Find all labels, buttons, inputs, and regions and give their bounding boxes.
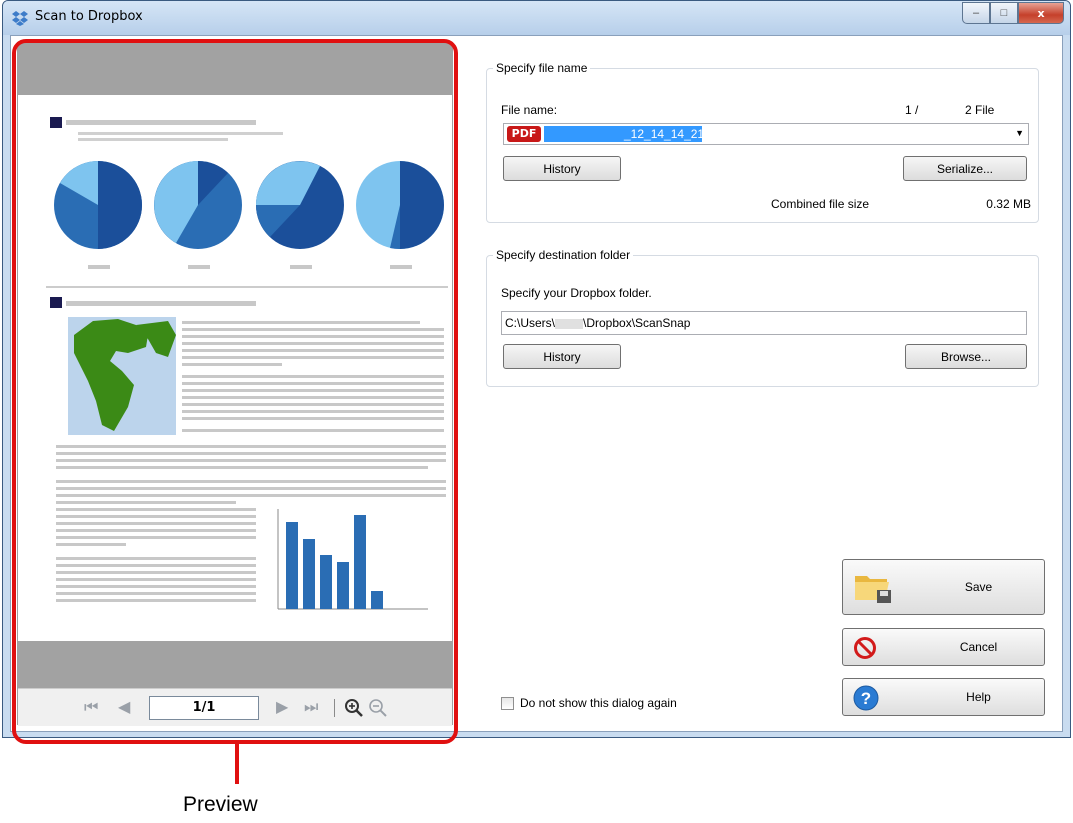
folder-history-button[interactable]: History <box>503 344 621 369</box>
preview-annotation-frame <box>12 39 458 744</box>
maximize-icon: □ <box>1000 7 1008 19</box>
file-name-label: File name: <box>501 103 558 117</box>
close-icon: x <box>1037 6 1045 20</box>
dropbox-icon <box>12 11 28 26</box>
file-name-history-button[interactable]: History <box>503 156 621 181</box>
file-counter: 1 / <box>905 103 919 117</box>
serialize-button[interactable]: Serialize... <box>903 156 1027 181</box>
dropbox-folder-path-field[interactable]: C:\Users\ \Dropbox\ScanSnap <box>501 311 1027 335</box>
redacted-username <box>555 318 584 329</box>
combined-file-size-label: Combined file size <box>771 197 870 211</box>
dropbox-folder-prompt: Specify your Dropbox folder. <box>501 286 652 300</box>
window-controls: – □ x <box>962 2 1064 24</box>
file-counter-total: 2 File <box>965 103 995 117</box>
save-button[interactable]: Save <box>842 559 1045 615</box>
destination-group-title: Specify destination folder <box>493 248 634 262</box>
svg-text:?: ? <box>861 689 871 708</box>
window-title: Scan to Dropbox <box>35 9 143 24</box>
save-button-label: Save <box>964 580 993 594</box>
minimize-button[interactable]: – <box>962 2 990 24</box>
minimize-icon: – <box>972 7 980 19</box>
maximize-button[interactable]: □ <box>990 2 1018 24</box>
file-name-group: Specify file name File name: 1 / 2 File … <box>486 61 1039 223</box>
browse-button[interactable]: Browse... <box>905 344 1027 369</box>
file-name-combobox[interactable]: PDF _12_14_14_21_44 ▼ <box>503 123 1029 145</box>
title-bar: Scan to Dropbox – □ x <box>3 1 1070 35</box>
combined-file-size-value: 0.32 MB <box>986 197 1031 211</box>
cancel-button[interactable]: Cancel <box>842 628 1045 666</box>
chevron-down-icon[interactable]: ▼ <box>1015 128 1024 138</box>
preview-annotation-label: Preview <box>183 793 258 816</box>
pdf-icon: PDF <box>507 126 541 142</box>
folder-save-icon <box>855 576 891 603</box>
cancel-icon <box>854 637 876 659</box>
help-icon: ? <box>853 685 879 711</box>
preview-annotation-pointer <box>235 744 239 784</box>
do-not-show-again-label: Do not show this dialog again <box>520 696 677 710</box>
file-name-group-title: Specify file name <box>493 61 591 75</box>
help-button-label: Help <box>966 690 991 704</box>
destination-folder-group: Specify destination folder Specify your … <box>486 248 1039 387</box>
do-not-show-again-checkbox[interactable] <box>501 696 514 710</box>
do-not-show-again-row[interactable]: Do not show this dialog again <box>501 696 677 710</box>
close-button[interactable]: x <box>1018 2 1064 24</box>
file-name-value: _12_14_14_21_44 <box>544 126 724 142</box>
cancel-button-label: Cancel <box>959 640 998 654</box>
path-suffix: \Dropbox\ScanSnap <box>583 316 691 330</box>
help-button[interactable]: ? Help <box>842 678 1045 716</box>
path-prefix: C:\Users\ <box>505 316 556 330</box>
